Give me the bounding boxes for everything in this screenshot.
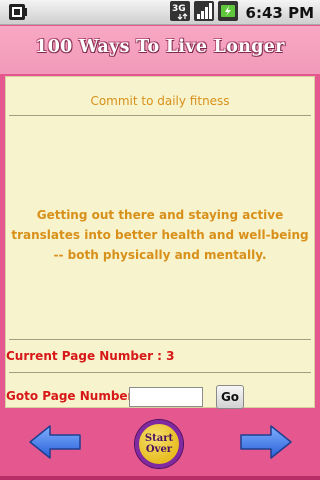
bottom-border: [0, 476, 320, 480]
status-time: 6:43 PM: [245, 3, 314, 22]
app-title: 100 Ways To Live Longer: [35, 37, 285, 57]
divider: [9, 372, 311, 373]
content-panel: Commit to daily fitness Getting out ther…: [5, 76, 315, 409]
divider: [9, 115, 311, 116]
status-icons: 3G 6:43 PM: [169, 0, 314, 25]
goto-page-label: Goto Page Number :: [6, 389, 143, 403]
start-over-button[interactable]: Start Over: [135, 420, 183, 468]
left-arrow-icon: [29, 425, 81, 459]
tip-title: Commit to daily fitness: [90, 94, 230, 108]
start-over-label: Start Over: [144, 433, 174, 455]
next-page-button[interactable]: [239, 424, 293, 460]
app-header: 100 Ways To Live Longer: [0, 26, 320, 74]
current-page-number: Current Page Number : 3: [6, 349, 175, 363]
goto-page-input[interactable]: [129, 387, 203, 407]
sd-card-notification-icon: [8, 3, 28, 21]
go-button[interactable]: Go: [216, 385, 244, 409]
status-bar: 3G 6:43 PM: [0, 0, 320, 25]
network-3g-icon: 3G: [169, 0, 190, 25]
right-arrow-icon: [240, 425, 292, 459]
tip-body: Getting out there and staying active tra…: [11, 208, 309, 262]
previous-page-button[interactable]: [28, 424, 82, 460]
signal-strength-icon: [193, 0, 214, 25]
battery-icon: [217, 0, 238, 25]
divider: [9, 339, 311, 340]
network-label: 3G: [172, 4, 186, 14]
